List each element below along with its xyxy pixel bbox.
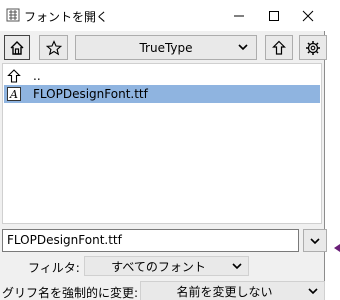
- star-icon: [45, 39, 62, 55]
- maximize-button[interactable]: [257, 0, 291, 31]
- list-item-label: ..: [33, 69, 41, 83]
- minimize-button[interactable]: [222, 0, 256, 31]
- home-icon: [10, 40, 24, 55]
- gear-icon: [306, 40, 320, 55]
- filter-label: フィルタ:: [28, 261, 80, 275]
- close-button[interactable]: [291, 0, 325, 31]
- font-file-icon: A: [7, 87, 21, 101]
- rename-glyphs-value: 名前を変更しない: [176, 284, 273, 299]
- rename-glyphs-select[interactable]: 名前を変更しない: [140, 281, 325, 300]
- window-title: フォントを開く: [24, 10, 109, 24]
- filter-select[interactable]: すべてのフォント: [84, 256, 249, 276]
- close-icon: [302, 10, 314, 21]
- open-font-dialog: フォントを開く TrueType .. A FLOPDesignFont.ttf…: [0, 0, 327, 300]
- list-item-label: FLOPDesignFont.ttf: [33, 87, 148, 101]
- settings-button[interactable]: [299, 35, 327, 60]
- filter-value: すべてのフォント: [111, 259, 206, 274]
- file-list[interactable]: .. A FLOPDesignFont.ttf: [2, 63, 322, 224]
- rename-glyphs-label: グリフ名を強制的に変更:: [2, 286, 139, 300]
- list-item-font-file[interactable]: A FLOPDesignFont.ttf: [4, 85, 320, 103]
- maximize-icon: [269, 10, 279, 21]
- title-bar: フォントを開く: [0, 0, 325, 31]
- font-type-value: TrueType: [139, 40, 193, 55]
- parent-folder-button[interactable]: [265, 35, 293, 60]
- minimize-icon: [234, 15, 244, 16]
- chevron-down-icon: [308, 288, 318, 295]
- bookmark-button[interactable]: [39, 35, 68, 60]
- filename-input[interactable]: FLOPDesignFont.ttf: [2, 229, 299, 252]
- toolbar: TrueType: [0, 31, 327, 63]
- home-button[interactable]: [4, 35, 30, 60]
- list-item-parent-dir[interactable]: ..: [4, 67, 320, 85]
- chevron-down-icon: [238, 44, 248, 51]
- chevron-down-icon: [232, 263, 242, 270]
- background-window: [325, 0, 340, 300]
- svg-text:A: A: [9, 88, 18, 101]
- font-type-select[interactable]: TrueType: [75, 35, 257, 60]
- app-icon: [6, 8, 20, 22]
- arrow-up-icon: [272, 40, 286, 55]
- arrow-up-icon: [7, 69, 21, 83]
- chevron-down-icon: [310, 237, 320, 244]
- filename-dropdown-button[interactable]: [303, 229, 327, 252]
